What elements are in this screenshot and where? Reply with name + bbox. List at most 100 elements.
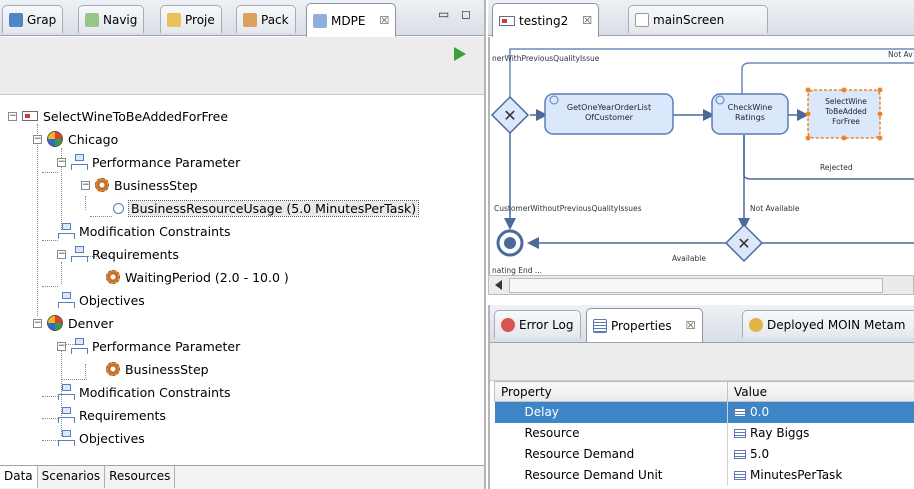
tree-node-chicago-objectives[interactable]: Objectives [58, 290, 145, 310]
close-icon[interactable]: ☒ [379, 14, 389, 27]
label-without-issue: CustomerWithoutPreviousQualityIssues [494, 204, 642, 213]
tab-data[interactable]: Data [0, 466, 38, 488]
svg-text:SelectWine: SelectWine [825, 97, 867, 106]
tab-scenarios[interactable]: Scenarios [38, 466, 106, 488]
label-rejected: Rejected [820, 163, 853, 172]
collapse-icon[interactable]: − [33, 134, 42, 144]
properties-tabbar: Error Log Properties ☒ Deployed MOIN Met… [490, 305, 914, 343]
left-bottom-tabs: Data Scenarios Resources [0, 465, 484, 489]
tree-node-chicago-requirements[interactable]: − Requirements [57, 244, 179, 264]
tab-label: MDPE [331, 13, 366, 28]
tab-resources[interactable]: Resources [105, 466, 176, 488]
close-icon[interactable]: ☒ [686, 319, 696, 332]
scroll-left-icon[interactable] [495, 280, 502, 290]
horizontal-scrollbar[interactable] [488, 275, 914, 295]
process-diagram[interactable]: ✕ ✕ GetOneYearOrderList OfCustomer Check… [488, 37, 914, 275]
tree-node-denver-business-step[interactable]: BusinessStep [106, 359, 209, 379]
property-value[interactable]: 0.0 [727, 401, 914, 423]
tab-main-screen[interactable]: mainScreen [628, 5, 768, 33]
hierarchy-icon [71, 154, 88, 170]
properties-table: Property Value Delay 0.0 Resource Ray Bi… [494, 381, 914, 486]
mdpe-icon [313, 13, 327, 28]
error-log-icon [501, 317, 515, 332]
tree-node-business-resource-usage[interactable]: BusinessResourceUsage (5.0 MinutesPerTas… [113, 198, 420, 218]
property-value[interactable]: 5.0 [727, 443, 914, 465]
column-header-property[interactable]: Property [494, 381, 728, 402]
property-value[interactable]: MinutesPerTask [727, 464, 914, 486]
mdpe-view: Grap Navig Proje Pack MDPE ☒ ▭ ◻ − Selec… [0, 0, 486, 489]
task-check-wine-ratings[interactable]: CheckWine Ratings [711, 93, 789, 135]
table-row[interactable]: Delay 0.0 [494, 401, 914, 423]
table-row[interactable]: Resource Demand 5.0 [494, 443, 914, 465]
node-label: Requirements [79, 407, 166, 423]
tab-package[interactable]: Pack [236, 5, 296, 33]
tree-node-chicago-performance-parameter[interactable]: − Performance Parameter [57, 152, 240, 172]
task-get-order-list[interactable]: GetOneYearOrderList OfCustomer [544, 93, 674, 135]
node-label: Objectives [79, 430, 145, 446]
tree-node-waiting-period[interactable]: WaitingPeriod (2.0 - 10.0 ) [106, 267, 289, 287]
gear-icon [95, 178, 109, 192]
tab-navigator[interactable]: Navig [78, 5, 145, 33]
tree-node-root[interactable]: − SelectWineToBeAddedForFree [8, 106, 228, 126]
svg-text:GetOneYearOrderList: GetOneYearOrderList [567, 103, 651, 112]
tree-node-chicago[interactable]: − Chicago [33, 129, 118, 149]
tree-node-denver-performance-parameter[interactable]: − Performance Parameter [57, 336, 240, 356]
end-event[interactable] [496, 229, 524, 257]
tab-label: Deployed MOIN Metam [767, 317, 906, 332]
mdpe-toolbar [0, 37, 484, 95]
value-text: Ray Biggs [750, 426, 810, 440]
collapse-icon[interactable]: − [57, 249, 66, 259]
value-text: 0.0 [750, 405, 770, 420]
collapse-icon[interactable]: − [8, 111, 17, 121]
value-icon [734, 408, 746, 418]
tree-node-denver-modification-constraints[interactable]: Modification Constraints [58, 382, 230, 402]
tab-testing2[interactable]: testing2 ☒ [492, 3, 600, 37]
properties-icon [593, 318, 607, 333]
tab-error-log[interactable]: Error Log [494, 310, 581, 338]
value-icon [734, 471, 746, 480]
tab-properties[interactable]: Properties ☒ [586, 308, 703, 342]
hierarchy-icon [71, 246, 88, 262]
column-header-value[interactable]: Value [727, 381, 914, 402]
node-label: BusinessStep [125, 361, 209, 377]
tab-mdpe[interactable]: MDPE ☒ [306, 3, 397, 37]
process-icon [22, 111, 38, 121]
run-icon[interactable] [454, 47, 466, 61]
tree-node-chicago-business-step[interactable]: − BusinessStep [81, 175, 198, 195]
gateway-bottom[interactable]: ✕ [724, 223, 764, 263]
property-value[interactable]: Ray Biggs [727, 422, 914, 444]
gateway-top[interactable]: ✕ [490, 95, 530, 135]
tree-node-denver[interactable]: − Denver [33, 313, 113, 333]
tree-node-chicago-modification-constraints[interactable]: Modification Constraints [58, 221, 230, 241]
tab-label: Grap [27, 12, 57, 27]
collapse-icon[interactable]: − [33, 318, 42, 328]
maximize-icon[interactable]: ◻ [461, 7, 471, 21]
tab-deployed-moin[interactable]: Deployed MOIN Metam [742, 310, 914, 338]
hierarchy-icon [58, 384, 75, 400]
table-row[interactable]: Resource Ray Biggs [494, 422, 914, 444]
node-label: Performance Parameter [92, 338, 241, 354]
tree-node-denver-requirements[interactable]: Requirements [58, 405, 166, 425]
process-icon [499, 15, 515, 26]
package-icon [243, 12, 257, 27]
collapse-icon[interactable]: − [57, 341, 66, 351]
tab-project[interactable]: Proje [160, 5, 222, 33]
tab-graph[interactable]: Grap [2, 5, 64, 33]
collapse-icon[interactable]: − [57, 157, 66, 167]
value-text: MinutesPerTask [750, 468, 843, 482]
hierarchy-icon [71, 338, 88, 354]
table-row[interactable]: Resource Demand Unit MinutesPerTask [494, 464, 914, 486]
tree-node-denver-objectives[interactable]: Objectives [58, 428, 145, 448]
connector-rejected [743, 135, 914, 180]
scrollbar-thumb[interactable] [509, 278, 883, 293]
location-globe-icon [47, 131, 63, 147]
node-label: Chicago [68, 131, 119, 147]
task-select-wine[interactable]: SelectWine ToBeAdded ForFree [805, 87, 883, 141]
label-with-issue: nerWithPreviousQualityIssue [492, 54, 600, 63]
left-tabbar: Grap Navig Proje Pack MDPE ☒ ▭ ◻ [0, 0, 484, 37]
close-icon[interactable]: ☒ [582, 14, 592, 27]
location-globe-icon [47, 315, 63, 331]
collapse-icon[interactable]: − [81, 180, 90, 190]
editor-tabbar: testing2 ☒ mainScreen [488, 0, 914, 37]
minimize-icon[interactable]: ▭ [438, 7, 449, 21]
